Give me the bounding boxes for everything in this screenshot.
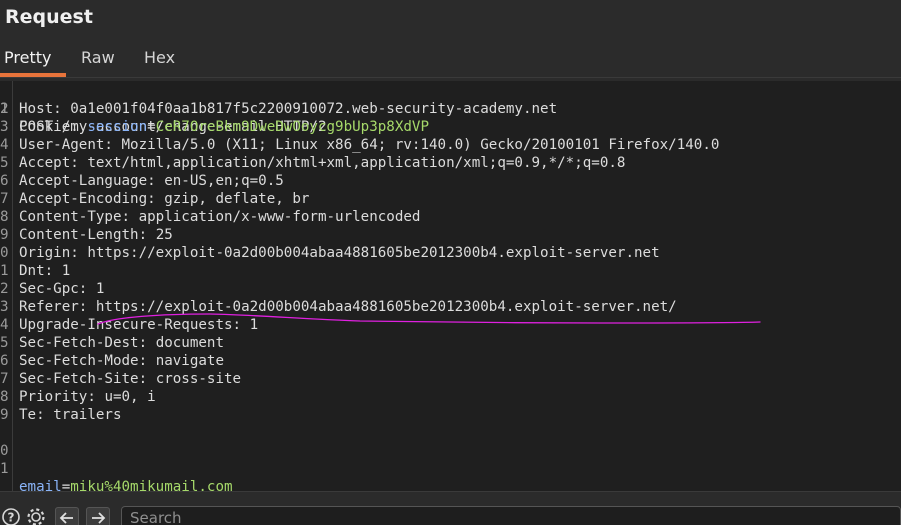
header-name: Te [19,407,37,423]
svg-text:?: ? [8,511,15,525]
line-number: 7 [0,371,9,387]
line-number: 4 [0,317,9,333]
header-value: en-US,en;q=0.5 [164,173,284,189]
header-name: Sec-Fetch-Mode [19,353,139,369]
header-name: Sec-Fetch-Site [19,371,139,387]
header-value: 1 [95,281,105,297]
request-editor[interactable]: 1 POST /my-account/change-email HTTP/2 2… [0,81,901,491]
body-param-name: email [19,479,62,491]
line-number: 3 [0,299,9,315]
header-value: document [155,335,225,351]
arrow-right-icon[interactable] [86,507,110,525]
header-value: https://exploit-0a2d00b004abaa4881605be2… [95,299,677,315]
header-name: Accept-Language [19,173,148,189]
header-name: Content-Length [19,227,139,243]
header-name: Upgrade-Insecure-Requests [19,317,233,333]
header-name: Sec-Gpc [19,281,79,297]
editor-footer: ? [0,491,901,525]
header-value: https://exploit-0a2d00b004abaa4881605be2… [87,245,660,261]
header-value: text/html,application/xhtml+xml,applicat… [87,155,626,171]
header-name: Dnt [19,263,45,279]
question-circle-icon[interactable]: ? [0,507,22,525]
line-number: 6 [0,173,9,189]
gear-icon[interactable] [25,507,47,525]
header-name: Cookie [19,119,71,135]
header-value: trailers [53,407,122,423]
line-number: 9 [0,407,9,423]
header-value: application/x-www-form-urlencoded [138,209,421,225]
blank-line: 0 [0,424,34,459]
line-number: 5 [0,155,9,171]
tab-hex[interactable]: Hex [144,40,175,76]
header-name: Referer [19,299,79,315]
arrow-left-icon[interactable] [55,507,79,525]
header-value: 25 [155,227,173,243]
request-body: 1 email=miku%40mikumail.com [0,442,233,491]
header-name: Accept-Encoding [19,191,148,207]
cookie-value: CeR7OreBkm9DweDwOoycg9bUp3p8XdVP [155,119,430,135]
line-number: 8 [0,209,9,225]
tab-raw[interactable]: Raw [81,40,115,76]
header-value: cross-site [155,371,242,387]
panel-title: Request [5,6,93,28]
header-value: u=0, i [104,389,156,405]
header-name: Sec-Fetch-Dest [19,335,139,351]
line-number: 9 [0,227,9,243]
panel-header: Request [0,0,901,36]
line-number: 1 [0,263,9,279]
header-name: Accept [19,155,71,171]
line-number: 1 [0,461,9,477]
header-value: 1 [249,317,259,333]
header-name: Content-Type [19,209,122,225]
cookie-name: session [87,119,148,135]
line-number: 0 [0,245,9,261]
body-param-value: miku%40mikumail.com [70,479,233,491]
header-value: gzip, deflate, br [164,191,310,207]
header-name: User-Agent [19,137,105,153]
search-input[interactable] [121,506,901,525]
header-name: Host [19,101,54,117]
line-number: 6 [0,353,9,369]
line-number: 4 [0,137,9,153]
header-value: Mozilla/5.0 (X11; Linux x86_64; rv:140.0… [121,137,720,153]
header-value: 0a1e001f04f0aa1b817f5c2200910072.web-sec… [70,101,558,117]
line-number: 2 [0,281,9,297]
header-value: navigate [155,353,225,369]
line-number: 8 [0,389,9,405]
header-name: Origin [19,245,71,261]
header-value: 1 [61,263,71,279]
view-tabs: Pretty Raw Hex [0,40,901,78]
tabs-divider [0,77,901,78]
header-name: Priority [19,389,88,405]
line-number: 5 [0,335,9,351]
line-number: 3 [0,119,9,135]
request-line: 1 POST /my-account/change-email HTTP/2 [0,82,327,135]
line-number: 2 [0,101,9,117]
line-number: 7 [0,191,9,207]
tab-pretty[interactable]: Pretty [4,40,51,76]
